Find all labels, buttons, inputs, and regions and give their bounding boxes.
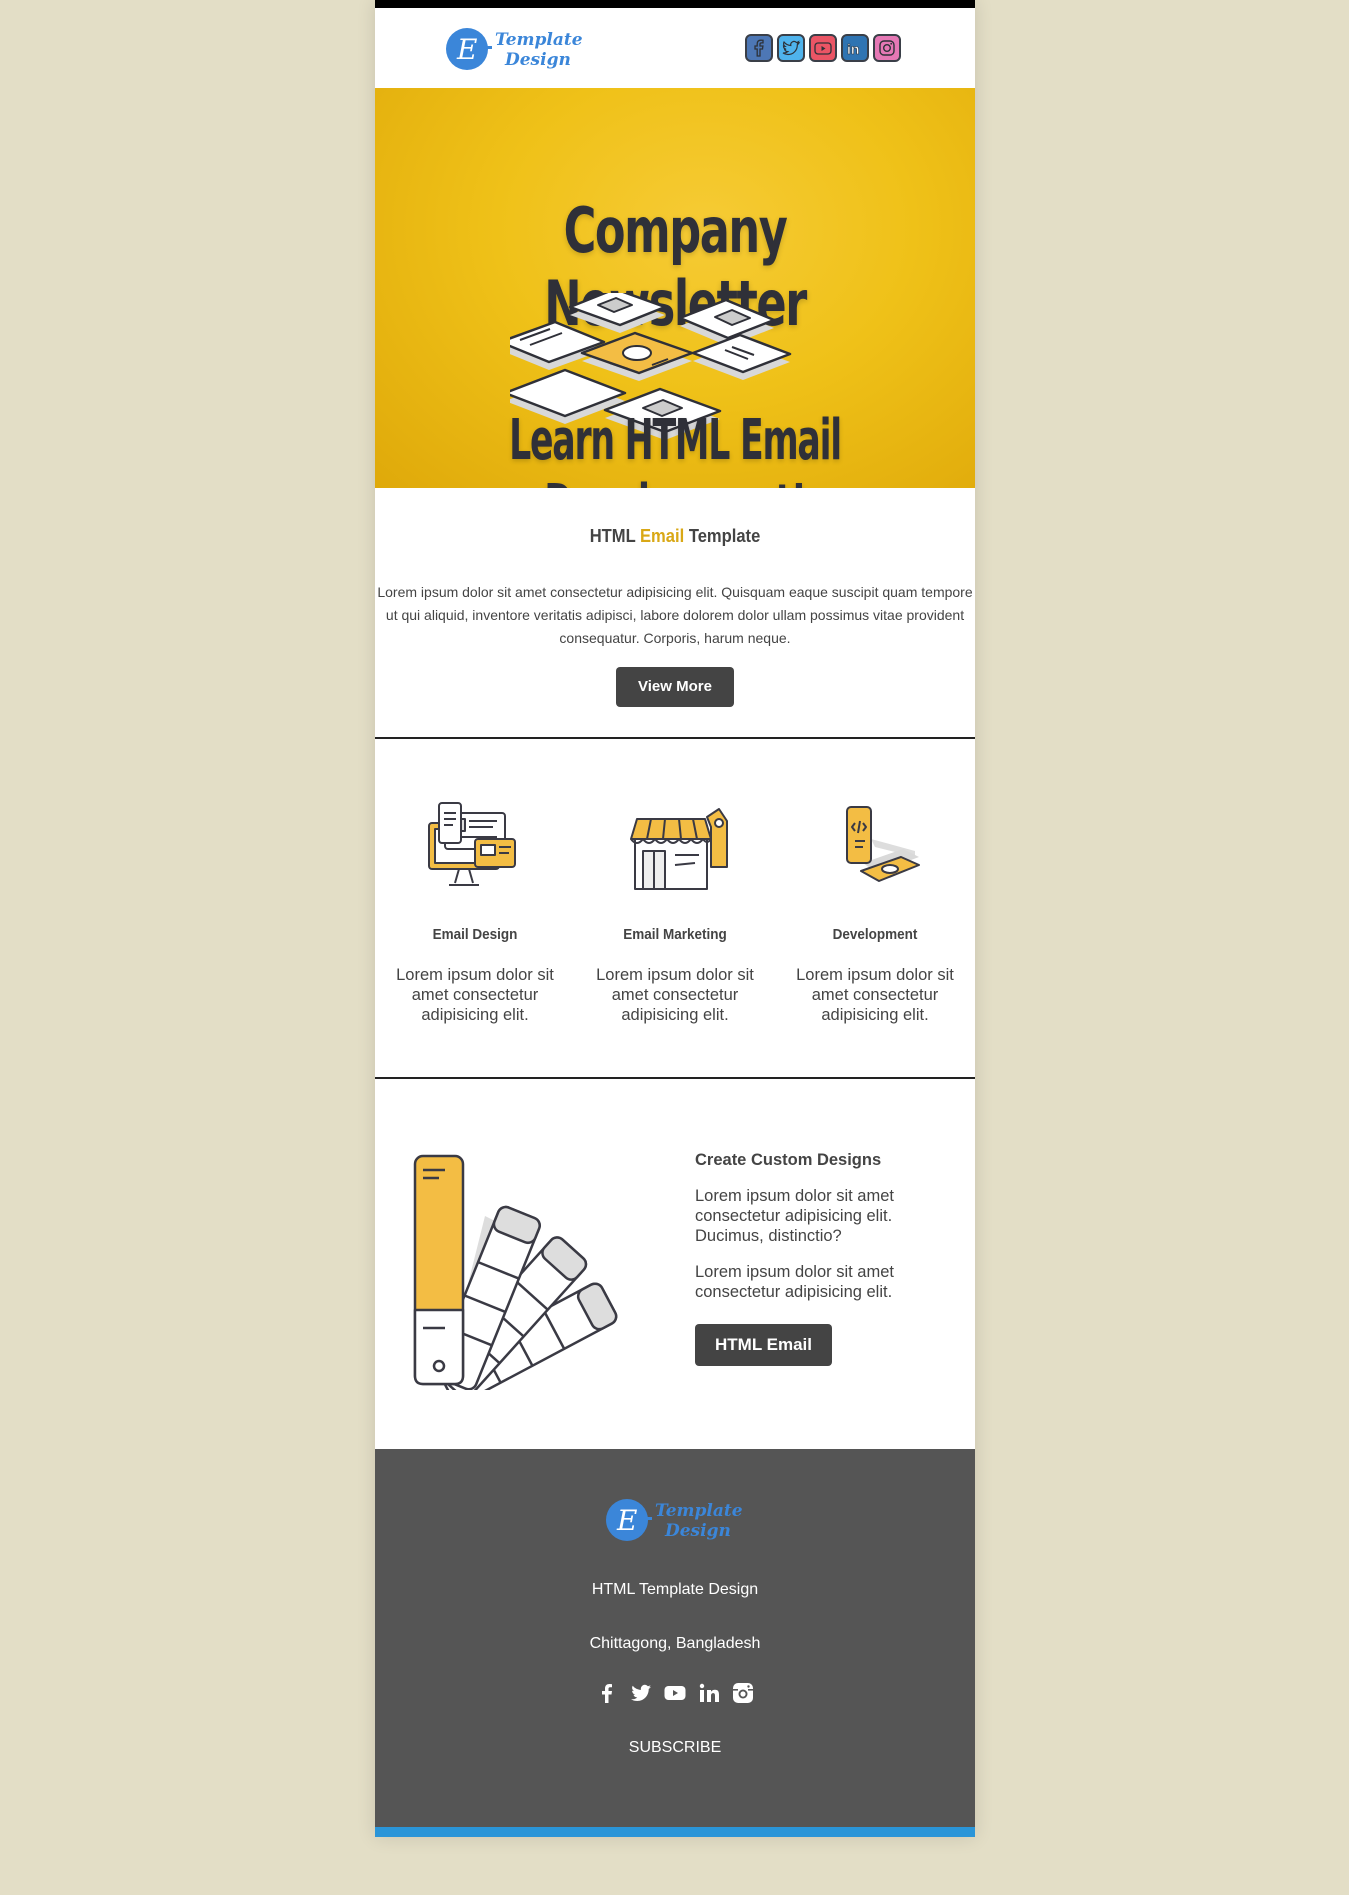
- email-header: E Template Design in: [375, 8, 975, 88]
- intro-title: HTML Email Template: [399, 526, 951, 547]
- hero-subtitle: Learn HTML Email Development!: [509, 408, 842, 488]
- subscribe-link[interactable]: SUBSCRIBE: [375, 1739, 975, 1757]
- feature-title: Email Design: [432, 926, 518, 943]
- email-container: E Template Design in Company Newsletter: [375, 0, 975, 1837]
- svg-text:Design: Design: [504, 50, 571, 70]
- feature-development: Development Lorem ipsum dolor sit amet c…: [775, 799, 975, 1077]
- features-section: Email Design Lorem ipsum dolor sit amet …: [375, 739, 975, 1079]
- intro-section: HTML Email Template Lorem ipsum dolor si…: [375, 488, 975, 739]
- intro-title-accent: Email: [640, 526, 685, 546]
- top-bar: [375, 0, 975, 8]
- feature-title: Email Marketing: [623, 926, 727, 943]
- custom-para-2: Lorem ipsum dolor sit amet consectetur a…: [695, 1263, 894, 1301]
- svg-text:Template: Template: [495, 30, 583, 50]
- brand-logo[interactable]: E Template Design: [445, 26, 585, 72]
- view-more-button[interactable]: View More: [616, 667, 734, 707]
- color-swatch-fan-illustration: [413, 1154, 618, 1390]
- svg-text:Template: Template: [655, 1501, 743, 1521]
- footer-company-name: HTML Template Design: [591, 1581, 759, 1598]
- footer-brand-logo[interactable]: E Template Design: [605, 1497, 745, 1543]
- twitter-icon[interactable]: [777, 34, 805, 62]
- linkedin-icon[interactable]: in: [841, 34, 869, 62]
- hero-banner: Company Newsletter Learn HTML Email: [375, 88, 975, 488]
- linkedin-icon[interactable]: [697, 1681, 721, 1705]
- feature-email-design: Email Design Lorem ipsum dolor sit amet …: [375, 799, 575, 1077]
- custom-designs-text: Create Custom Designs Lorem ipsum dolor …: [695, 1151, 935, 1366]
- phone-code-icon: [846, 806, 920, 882]
- intro-title-part2: Template: [688, 526, 761, 546]
- header-social-links: in: [745, 34, 901, 62]
- devices-icon: [428, 802, 516, 886]
- footer-accent-bar: [375, 1827, 975, 1837]
- instagram-icon[interactable]: [731, 1681, 755, 1705]
- svg-text:in: in: [847, 41, 859, 57]
- instagram-icon[interactable]: [873, 34, 901, 62]
- youtube-icon[interactable]: [809, 34, 837, 62]
- footer-location: Chittagong, Bangladesh: [589, 1635, 761, 1652]
- storefront-icon: [630, 808, 728, 890]
- feature-title: Development: [832, 926, 918, 943]
- feature-text: Lorem ipsum dolor sit amet consectetur a…: [396, 966, 554, 1024]
- email-footer: E Template Design HTML Template Design C…: [375, 1449, 975, 1827]
- feature-email-marketing: Email Marketing Lorem ipsum dolor sit am…: [575, 799, 775, 1077]
- custom-para-1: Lorem ipsum dolor sit amet consectetur a…: [695, 1187, 894, 1245]
- twitter-icon[interactable]: [629, 1681, 653, 1705]
- intro-body: Lorem ipsum dolor sit amet consectetur a…: [377, 584, 973, 646]
- feature-text: Lorem ipsum dolor sit amet consectetur a…: [596, 966, 754, 1024]
- facebook-icon[interactable]: [745, 34, 773, 62]
- custom-designs-section: Create Custom Designs Lorem ipsum dolor …: [375, 1079, 975, 1449]
- html-email-button[interactable]: HTML Email: [695, 1324, 832, 1366]
- intro-title-part1: HTML: [589, 526, 636, 546]
- footer-social-links: [375, 1681, 975, 1705]
- facebook-icon[interactable]: [595, 1681, 619, 1705]
- svg-text:E: E: [616, 1504, 637, 1537]
- feature-text: Lorem ipsum dolor sit amet consectetur a…: [796, 966, 954, 1024]
- svg-text:E: E: [456, 33, 477, 66]
- youtube-icon[interactable]: [663, 1681, 687, 1705]
- svg-text:Design: Design: [664, 1521, 731, 1541]
- custom-title: Create Custom Designs: [695, 1151, 882, 1169]
